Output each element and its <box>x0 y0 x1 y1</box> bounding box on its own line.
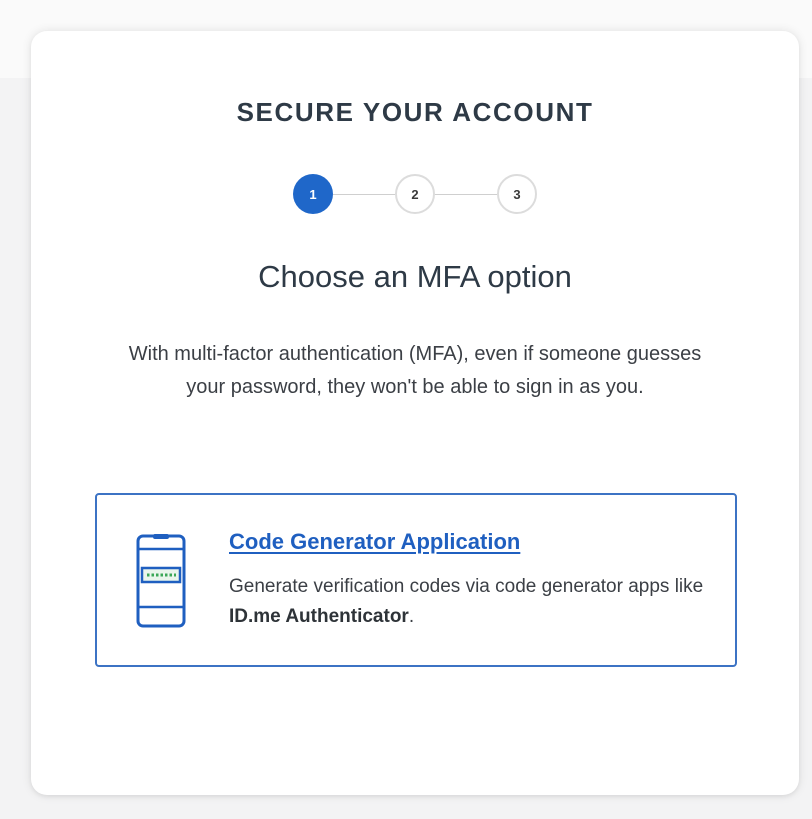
authenticator-app-name: ID.me Authenticator <box>229 606 409 627</box>
phone-code-icon <box>136 534 186 628</box>
option-description: Generate verification codes via code gen… <box>229 572 709 632</box>
section-title: Choose an MFA option <box>258 259 572 294</box>
step-2-indicator: 2 <box>395 174 435 214</box>
step-connector <box>333 194 395 195</box>
option-description-text: Generate verification codes via code gen… <box>229 576 704 597</box>
step-connector <box>435 194 497 195</box>
step-1-indicator: 1 <box>293 174 333 214</box>
progress-stepper: 1 2 3 <box>293 174 537 216</box>
code-generator-option[interactable]: Code Generator Application Generate veri… <box>95 493 737 667</box>
option-title-link[interactable]: Code Generator Application <box>229 529 520 555</box>
mfa-card: SECURE YOUR ACCOUNT 1 2 3 Choose an MFA … <box>31 31 799 795</box>
option-description-end: . <box>408 606 415 627</box>
mfa-description: With multi-factor authentication (MFA), … <box>128 343 702 398</box>
page-heading: SECURE YOUR ACCOUNT <box>236 97 594 127</box>
step-3-indicator: 3 <box>497 174 537 214</box>
